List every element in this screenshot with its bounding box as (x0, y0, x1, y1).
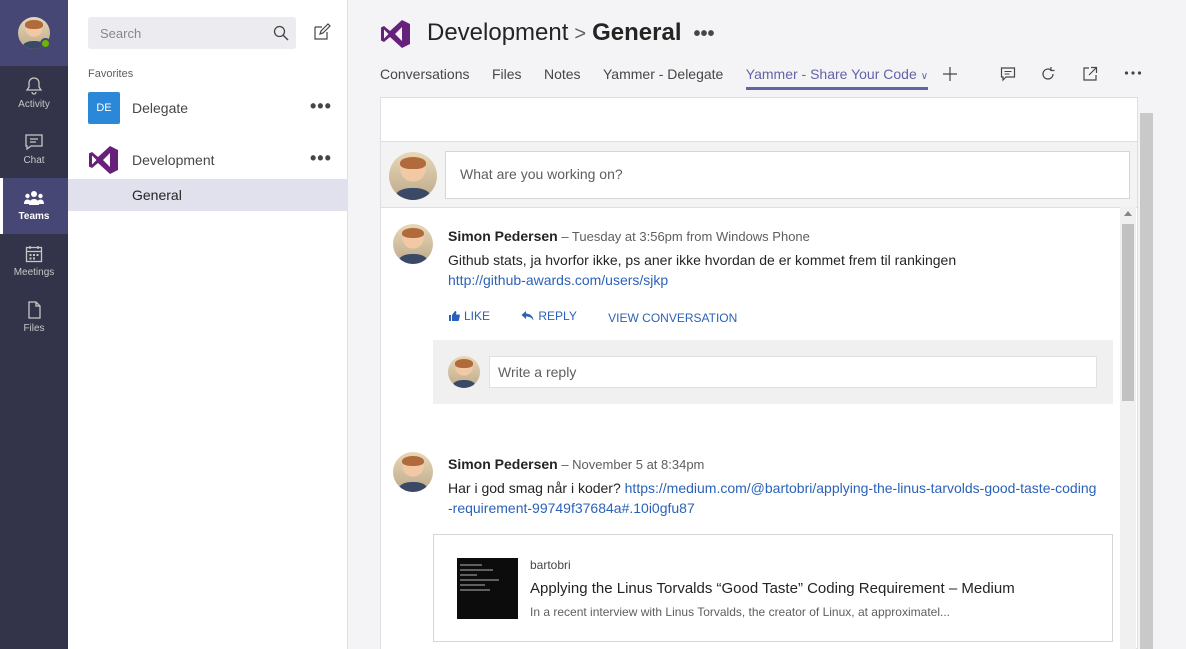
rail-label-chat: Chat (23, 155, 45, 166)
channel-name: General (132, 187, 182, 203)
tab-yammer-share-your-code[interactable]: Yammer - Share Your Code ∨ (745, 66, 929, 90)
rail-item-teams[interactable]: Teams (0, 178, 68, 234)
search-input[interactable] (88, 17, 258, 49)
tab-label: Yammer - Share Your Code (745, 66, 917, 82)
author-avatar[interactable] (393, 452, 433, 492)
add-tab-icon[interactable] (942, 66, 958, 82)
more-options-icon[interactable]: ••• (694, 23, 715, 45)
post-body: Github stats, ja hvorfor ikke, ps aner i… (448, 250, 1098, 290)
conversation-icon[interactable] (1000, 66, 1016, 82)
team-name: Development (132, 152, 215, 168)
rail-item-chat[interactable]: Chat (0, 122, 68, 178)
favorites-label: Favorites (88, 68, 134, 80)
post-composer: What are you working on? (381, 142, 1137, 208)
more-options-icon[interactable] (1124, 70, 1142, 76)
team-name: Delegate (132, 100, 189, 116)
rail-label-activity: Activity (18, 99, 50, 110)
post-actions: LIKE REPLY VIEW CONVERSATION (448, 309, 751, 325)
tab-files[interactable]: Files (492, 66, 522, 90)
tab-notes[interactable]: Notes (544, 66, 581, 90)
team-item-delegate[interactable]: DE Delegate ••• (68, 88, 348, 128)
tab-conversations[interactable]: Conversations (380, 66, 470, 90)
user-avatar (389, 152, 437, 200)
rail-item-files[interactable]: Files (0, 290, 68, 346)
team-item-development[interactable]: Development ••• (68, 140, 348, 180)
link-preview-source: bartobri (530, 558, 571, 572)
file-icon (28, 301, 41, 319)
rail-label-files: Files (23, 323, 45, 334)
link-preview-description: In a recent interview with Linus Torvald… (530, 605, 950, 619)
view-conversation-button[interactable]: VIEW CONVERSATION (608, 311, 737, 325)
post-header: Simon Pedersen – November 5 at 8:34pm (448, 456, 704, 472)
post-text: Har i god smag når i koder? (448, 480, 625, 496)
thumbs-up-icon (449, 311, 460, 321)
post-meta: – November 5 at 8:34pm (557, 457, 705, 472)
post-meta: – Tuesday at 3:56pm from Windows Phone (557, 229, 810, 244)
post-link[interactable]: http://github-awards.com/users/sjkp (448, 272, 668, 288)
feed: Simon Pedersen – Tuesday at 3:56pm from … (381, 208, 1121, 649)
teams-icon (24, 191, 44, 205)
user-avatar (448, 356, 480, 388)
channel-header: Development > General ••• Conversations Fil… (348, 0, 1186, 92)
reply-area: Write a reply (433, 340, 1113, 404)
reply-icon (521, 311, 534, 321)
visual-studio-logo-icon (89, 146, 118, 174)
author-name[interactable]: Simon Pedersen (448, 456, 558, 472)
team-badge: DE (88, 92, 120, 124)
link-preview-card[interactable]: bartobri Applying the Linus Torvalds “Go… (433, 534, 1113, 642)
chevron-down-icon[interactable]: ∨ (921, 71, 928, 82)
rail-label-teams: Teams (18, 211, 50, 222)
calendar-icon (25, 246, 43, 263)
search-icon[interactable] (273, 25, 289, 41)
tab-bar: Conversations Files Notes Yammer - Deleg… (380, 66, 946, 92)
reply-input[interactable]: Write a reply (489, 356, 1097, 388)
rail-label-meetings: Meetings (13, 267, 55, 278)
bell-icon (25, 77, 43, 95)
link-preview-thumbnail (457, 558, 518, 619)
author-avatar[interactable] (393, 224, 433, 264)
breadcrumb: Development > General ••• (427, 19, 715, 47)
new-post-input[interactable]: What are you working on? (445, 151, 1130, 199)
rail-item-meetings[interactable]: Meetings (0, 234, 68, 290)
yammer-frame: What are you working on? Simon Pedersen … (380, 97, 1138, 649)
post-body: Har i god smag når i koder? https://medi… (448, 478, 1098, 518)
like-button[interactable]: LIKE (448, 309, 504, 323)
app-rail: Activity Chat Teams Meetings Files (0, 0, 68, 649)
scrollbar-thumb[interactable] (1122, 224, 1134, 401)
channel-item-general[interactable]: General (68, 179, 348, 211)
author-name[interactable]: Simon Pedersen (448, 228, 558, 244)
compose-icon[interactable] (313, 23, 331, 41)
frame-top-strip (381, 98, 1137, 142)
teams-panel: Favorites DE Delegate ••• Development ••… (68, 0, 348, 649)
presence-available-icon (40, 38, 51, 49)
refresh-icon[interactable] (1040, 66, 1056, 82)
more-options-icon[interactable]: ••• (310, 148, 332, 169)
link-preview-title[interactable]: Applying the Linus Torvalds “Good Taste”… (530, 580, 1015, 597)
open-external-icon[interactable] (1082, 66, 1098, 82)
reply-button[interactable]: REPLY (521, 309, 590, 323)
feed-scrollbar[interactable] (1120, 207, 1136, 649)
post-header: Simon Pedersen – Tuesday at 3:56pm from … (448, 228, 810, 244)
chat-icon (25, 134, 43, 151)
more-options-icon[interactable]: ••• (310, 96, 332, 117)
chevron-right-icon: > (574, 23, 587, 45)
breadcrumb-channel: General (592, 19, 682, 46)
like-label: LIKE (464, 309, 491, 323)
post-text: Github stats, ja hvorfor ikke, ps aner i… (448, 252, 957, 268)
tab-yammer-delegate[interactable]: Yammer - Delegate (603, 66, 723, 90)
breadcrumb-team[interactable]: Development (427, 19, 568, 46)
rail-item-activity[interactable]: Activity (0, 66, 68, 122)
visual-studio-logo-icon (381, 20, 410, 48)
reply-label: REPLY (538, 309, 577, 323)
scroll-up-icon[interactable] (1124, 211, 1132, 216)
search-box[interactable] (88, 17, 296, 49)
profile-area[interactable] (0, 0, 68, 66)
frame-scrollbar[interactable] (1140, 113, 1153, 649)
